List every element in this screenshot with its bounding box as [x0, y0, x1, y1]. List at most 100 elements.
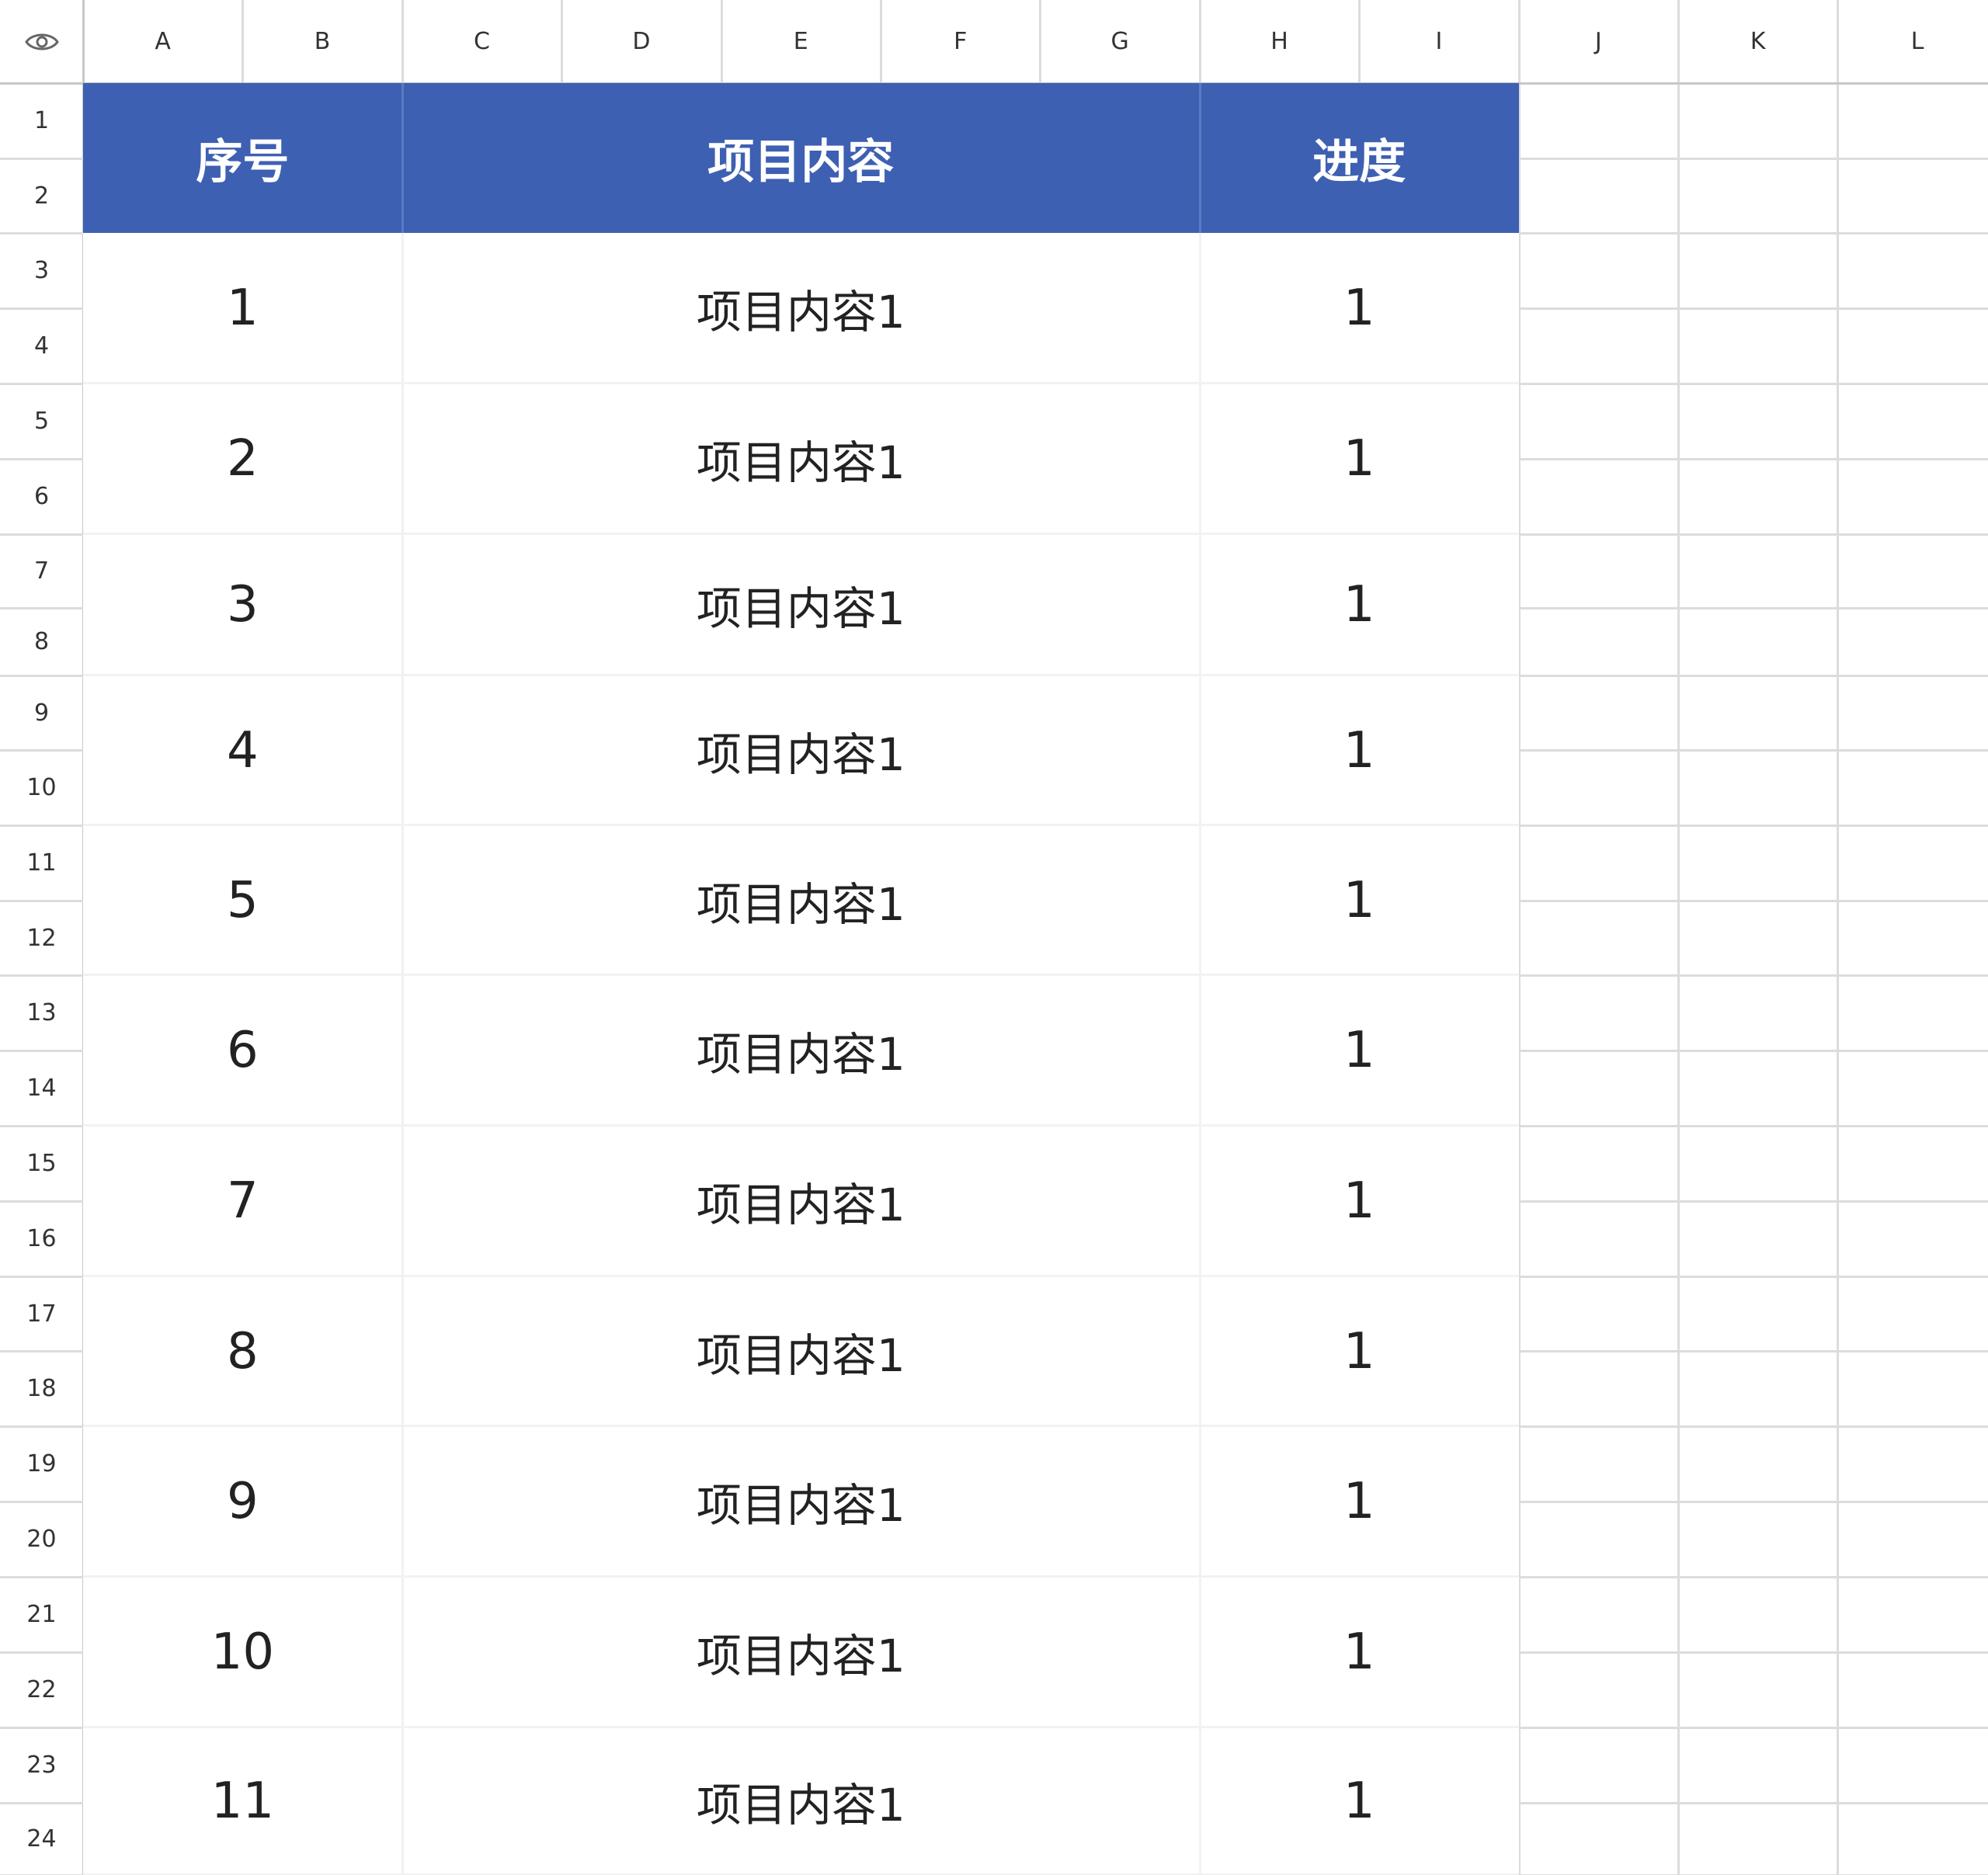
grid-line-vertical — [1677, 0, 1680, 1875]
column-header-d[interactable]: D — [561, 0, 721, 83]
header-cell-progress[interactable]: 进度 — [1200, 83, 1519, 233]
cell-progress[interactable]: 1 — [1200, 233, 1519, 384]
cell-content[interactable]: 项目内容1 — [402, 1577, 1200, 1727]
row-header-13[interactable]: 13 — [0, 975, 83, 1050]
table-row: 11 项目内容1 1 — [83, 1727, 1519, 1875]
cell-seq[interactable]: 9 — [83, 1426, 402, 1577]
cell-progress[interactable]: 1 — [1200, 534, 1519, 675]
cell-seq[interactable]: 7 — [83, 1126, 402, 1276]
table-row: 6 项目内容1 1 — [83, 975, 1519, 1127]
cell-content[interactable]: 项目内容1 — [402, 1426, 1200, 1577]
row-header-14[interactable]: 14 — [0, 1050, 83, 1126]
cell-seq[interactable]: 3 — [83, 534, 402, 675]
cell-progress[interactable]: 1 — [1200, 1426, 1519, 1577]
column-header-l[interactable]: L — [1837, 0, 1988, 83]
cell-content[interactable]: 项目内容1 — [402, 825, 1200, 975]
cell-content[interactable]: 项目内容1 — [402, 675, 1200, 825]
row-header-1[interactable]: 1 — [0, 83, 83, 158]
cell-separator — [401, 675, 404, 825]
row-header-20[interactable]: 20 — [0, 1502, 83, 1577]
header-separator — [401, 83, 404, 233]
select-all-corner[interactable] — [0, 0, 83, 83]
row-header-4[interactable]: 4 — [0, 308, 83, 384]
cell-separator — [401, 825, 404, 975]
cell-progress[interactable]: 1 — [1200, 975, 1519, 1126]
cell-separator — [401, 1577, 404, 1727]
row-header-19[interactable]: 19 — [0, 1426, 83, 1502]
table-row: 7 项目内容1 1 — [83, 1126, 1519, 1277]
cell-content[interactable]: 项目内容1 — [402, 975, 1200, 1126]
column-header-f[interactable]: F — [881, 0, 1040, 83]
row-header-6[interactable]: 6 — [0, 459, 83, 534]
cell-separator — [1198, 1727, 1201, 1875]
column-header-b[interactable]: B — [242, 0, 401, 83]
cell-separator — [401, 534, 404, 675]
header-separator — [1198, 83, 1201, 233]
cell-content[interactable]: 项目内容1 — [402, 233, 1200, 384]
column-header-i[interactable]: I — [1359, 0, 1518, 83]
column-header-g[interactable]: G — [1040, 0, 1199, 83]
row-header-15[interactable]: 15 — [0, 1126, 83, 1201]
row-header-9[interactable]: 9 — [0, 675, 83, 750]
row-header-10[interactable]: 10 — [0, 750, 83, 825]
row-header-16[interactable]: 16 — [0, 1201, 83, 1276]
row-header-22[interactable]: 22 — [0, 1652, 83, 1727]
cell-seq[interactable]: 10 — [83, 1577, 402, 1727]
cell-seq[interactable]: 2 — [83, 384, 402, 534]
cell-separator — [401, 1126, 404, 1276]
cell-seq[interactable]: 11 — [83, 1727, 402, 1875]
cell-progress[interactable]: 1 — [1200, 1126, 1519, 1276]
column-header-k[interactable]: K — [1678, 0, 1837, 83]
row-header-8[interactable]: 8 — [0, 608, 83, 675]
cell-separator — [1198, 534, 1201, 675]
table-row: 3 项目内容1 1 — [83, 534, 1519, 676]
cell-separator — [1198, 1126, 1201, 1276]
column-header-e[interactable]: E — [721, 0, 881, 83]
cell-progress[interactable]: 1 — [1200, 1577, 1519, 1727]
cell-progress[interactable]: 1 — [1200, 1727, 1519, 1875]
column-header-h[interactable]: H — [1200, 0, 1359, 83]
column-header-j[interactable]: J — [1519, 0, 1678, 83]
row-header-5[interactable]: 5 — [0, 384, 83, 459]
row-header-24[interactable]: 24 — [0, 1803, 83, 1875]
header-cell-seq[interactable]: 序号 — [83, 83, 402, 233]
row-header-3[interactable]: 3 — [0, 233, 83, 308]
cell-progress[interactable]: 1 — [1200, 384, 1519, 534]
eye-icon — [24, 33, 59, 50]
cell-separator — [1198, 975, 1201, 1126]
cell-separator — [1198, 1276, 1201, 1426]
row-header-17[interactable]: 17 — [0, 1276, 83, 1351]
row-header-2[interactable]: 2 — [0, 158, 83, 233]
table-row: 9 项目内容1 1 — [83, 1426, 1519, 1578]
cell-seq[interactable]: 8 — [83, 1276, 402, 1426]
row-header-18[interactable]: 18 — [0, 1351, 83, 1426]
cell-seq[interactable]: 4 — [83, 675, 402, 825]
row-header-7[interactable]: 7 — [0, 534, 83, 608]
cell-content[interactable]: 项目内容1 — [402, 534, 1200, 675]
cell-progress[interactable]: 1 — [1200, 825, 1519, 975]
cell-content[interactable]: 项目内容1 — [402, 1276, 1200, 1426]
cell-separator — [401, 384, 404, 534]
cell-seq[interactable]: 1 — [83, 233, 402, 384]
cell-progress[interactable]: 1 — [1200, 675, 1519, 825]
row-header-12[interactable]: 12 — [0, 901, 83, 975]
column-header-a[interactable]: A — [83, 0, 242, 83]
row-header-23[interactable]: 23 — [0, 1727, 83, 1803]
row-header-11[interactable]: 11 — [0, 825, 83, 901]
cell-seq[interactable]: 6 — [83, 975, 402, 1126]
column-header-c[interactable]: C — [402, 0, 561, 83]
table-header-row: 序号 项目内容 进度 — [83, 83, 1519, 233]
table-row: 5 项目内容1 1 — [83, 825, 1519, 976]
cell-progress[interactable]: 1 — [1200, 1276, 1519, 1426]
cell-content[interactable]: 项目内容1 — [402, 1126, 1200, 1276]
cell-separator — [1198, 1426, 1201, 1577]
cell-separator — [401, 975, 404, 1126]
cell-content[interactable]: 项目内容1 — [402, 1727, 1200, 1875]
cell-content[interactable]: 项目内容1 — [402, 384, 1200, 534]
row-header-21[interactable]: 21 — [0, 1577, 83, 1652]
spreadsheet-grid[interactable]: ABCDEFGHIJKL 1 2 3 4 5 6 7 8 9 10 11 12 13 14 15 16 17 18… — [0, 0, 1988, 1875]
header-cell-content[interactable]: 项目内容 — [402, 83, 1200, 233]
cell-seq[interactable]: 5 — [83, 825, 402, 975]
cell-separator — [1198, 825, 1201, 975]
cell-separator — [1198, 675, 1201, 825]
